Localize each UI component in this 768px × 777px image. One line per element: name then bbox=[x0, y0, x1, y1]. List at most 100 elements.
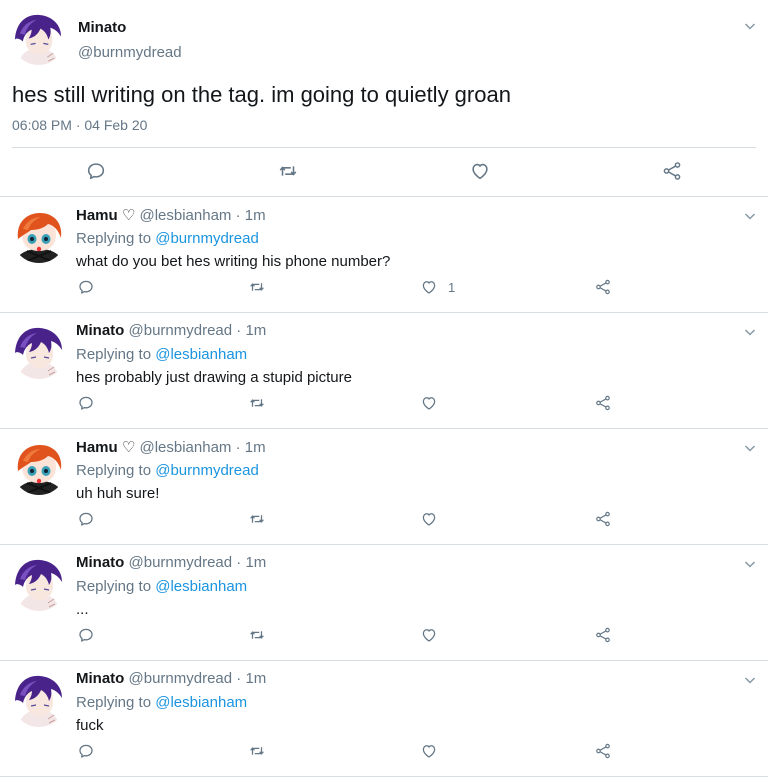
reply-icon bbox=[77, 394, 95, 412]
share-button[interactable] bbox=[661, 160, 683, 182]
avatar[interactable] bbox=[12, 209, 66, 263]
reply-button[interactable] bbox=[77, 626, 95, 644]
replying-to: Replying to @lesbianham bbox=[76, 694, 247, 711]
author-name[interactable]: Hamu ♡ bbox=[76, 207, 135, 224]
avatar-image bbox=[12, 557, 66, 611]
avatar[interactable] bbox=[12, 673, 66, 727]
author-handle[interactable]: @burnmydread bbox=[78, 44, 182, 61]
avatar[interactable] bbox=[12, 12, 65, 65]
author-name[interactable]: Minato bbox=[76, 322, 124, 339]
reply-time[interactable]: 1m bbox=[245, 670, 266, 687]
reply-button[interactable] bbox=[77, 742, 95, 760]
replying-to: Replying to @lesbianham bbox=[76, 346, 247, 363]
retweet-button[interactable] bbox=[248, 626, 266, 644]
reply-time[interactable]: 1m bbox=[245, 554, 266, 571]
author-handle[interactable]: @burnmydread bbox=[129, 554, 233, 571]
author-name[interactable]: Hamu ♡ bbox=[76, 439, 135, 456]
minato-avatar-image bbox=[12, 12, 65, 65]
chevron-down-icon[interactable] bbox=[744, 674, 756, 686]
like-count: 1 bbox=[448, 279, 456, 295]
replying-to-label: Replying to bbox=[76, 346, 152, 363]
reply-time[interactable]: 1m bbox=[245, 207, 266, 224]
share-button[interactable] bbox=[594, 742, 612, 760]
reply-tweet[interactable]: Hamu ♡ @lesbianham · 1m Replying to @bur… bbox=[0, 429, 768, 545]
avatar-image bbox=[12, 673, 66, 727]
avatar[interactable] bbox=[12, 325, 66, 379]
reply-icon bbox=[77, 626, 95, 644]
mention-link[interactable]: @lesbianham bbox=[155, 694, 247, 711]
like-icon bbox=[420, 510, 438, 528]
share-button[interactable] bbox=[594, 510, 612, 528]
chevron-down-icon[interactable] bbox=[744, 20, 756, 32]
reply-tweet[interactable]: Minato @burnmydread · 1m Replying to @le… bbox=[0, 313, 768, 429]
tweet-timestamp[interactable]: 06:08 PM · 04 Feb 20 bbox=[12, 117, 147, 133]
retweet-button[interactable] bbox=[248, 278, 266, 296]
reply-list: Hamu ♡ @lesbianham · 1m Replying to @bur… bbox=[0, 197, 768, 777]
like-icon bbox=[420, 742, 438, 760]
avatar[interactable] bbox=[12, 557, 66, 611]
mention-link[interactable]: @burnmydread bbox=[155, 230, 259, 247]
replying-to-label: Replying to bbox=[76, 462, 152, 479]
share-icon bbox=[594, 626, 612, 644]
retweet-button[interactable] bbox=[248, 742, 266, 760]
share-button[interactable] bbox=[594, 626, 612, 644]
retweet-icon bbox=[248, 626, 266, 644]
reply-header: Minato @burnmydread · 1m bbox=[76, 322, 266, 339]
reply-tweet[interactable]: Minato @burnmydread · 1m Replying to @le… bbox=[0, 661, 768, 777]
chevron-down-icon[interactable] bbox=[744, 210, 756, 222]
reply-button[interactable] bbox=[77, 394, 95, 412]
like-icon bbox=[420, 278, 438, 296]
retweet-icon bbox=[248, 742, 266, 760]
share-button[interactable] bbox=[594, 278, 612, 296]
mention-link[interactable]: @burnmydread bbox=[155, 462, 259, 479]
reply-button[interactable] bbox=[77, 510, 95, 528]
avatar-image bbox=[12, 209, 66, 263]
author-name[interactable]: Minato bbox=[76, 554, 124, 571]
like-icon bbox=[420, 394, 438, 412]
avatar[interactable] bbox=[12, 441, 66, 495]
retweet-button[interactable] bbox=[248, 510, 266, 528]
retweet-button[interactable] bbox=[277, 160, 299, 182]
reply-icon bbox=[77, 510, 95, 528]
like-button[interactable] bbox=[420, 742, 448, 760]
share-button[interactable] bbox=[594, 394, 612, 412]
mention-link[interactable]: @lesbianham bbox=[155, 578, 247, 595]
author-handle[interactable]: @burnmydread bbox=[129, 670, 233, 687]
separator-dot: · bbox=[235, 439, 245, 456]
reply-time[interactable]: 1m bbox=[245, 322, 266, 339]
mention-link[interactable]: @lesbianham bbox=[155, 346, 247, 363]
replying-to: Replying to @lesbianham bbox=[76, 578, 247, 595]
reply-button[interactable] bbox=[77, 278, 95, 296]
divider bbox=[12, 147, 756, 148]
like-button[interactable] bbox=[420, 394, 448, 412]
author-name[interactable]: Minato bbox=[76, 670, 124, 687]
like-button[interactable] bbox=[420, 510, 448, 528]
reply-icon bbox=[77, 278, 95, 296]
like-button[interactable]: 1 bbox=[420, 278, 455, 296]
author-handle[interactable]: @lesbianham bbox=[139, 207, 231, 224]
reply-button[interactable] bbox=[85, 160, 107, 182]
tweet-text: hes still writing on the tag. im going t… bbox=[12, 82, 511, 107]
reply-icon bbox=[85, 160, 107, 182]
separator-dot: · bbox=[235, 207, 245, 224]
like-button[interactable] bbox=[420, 626, 448, 644]
reply-time[interactable]: 1m bbox=[245, 439, 266, 456]
author-name[interactable]: Minato bbox=[78, 19, 126, 36]
share-icon bbox=[661, 160, 683, 182]
reply-text: what do you bet hes writing his phone nu… bbox=[76, 253, 391, 270]
author-handle[interactable]: @lesbianham bbox=[139, 439, 231, 456]
reply-tweet[interactable]: Minato @burnmydread · 1m Replying to @le… bbox=[0, 545, 768, 661]
retweet-button[interactable] bbox=[248, 394, 266, 412]
chevron-down-icon[interactable] bbox=[744, 558, 756, 570]
reply-text: fuck bbox=[76, 717, 104, 734]
chevron-down-icon[interactable] bbox=[744, 442, 756, 454]
author-handle[interactable]: @burnmydread bbox=[129, 322, 233, 339]
chevron-down-icon[interactable] bbox=[744, 326, 756, 338]
replying-to-label: Replying to bbox=[76, 230, 152, 247]
like-button[interactable] bbox=[469, 160, 491, 182]
replying-to: Replying to @burnmydread bbox=[76, 462, 259, 479]
main-tweet: Minato @burnmydread hes still writing on… bbox=[0, 0, 768, 197]
retweet-icon bbox=[248, 278, 266, 296]
reply-header: Minato @burnmydread · 1m bbox=[76, 670, 266, 687]
reply-tweet[interactable]: Hamu ♡ @lesbianham · 1m Replying to @bur… bbox=[0, 197, 768, 313]
